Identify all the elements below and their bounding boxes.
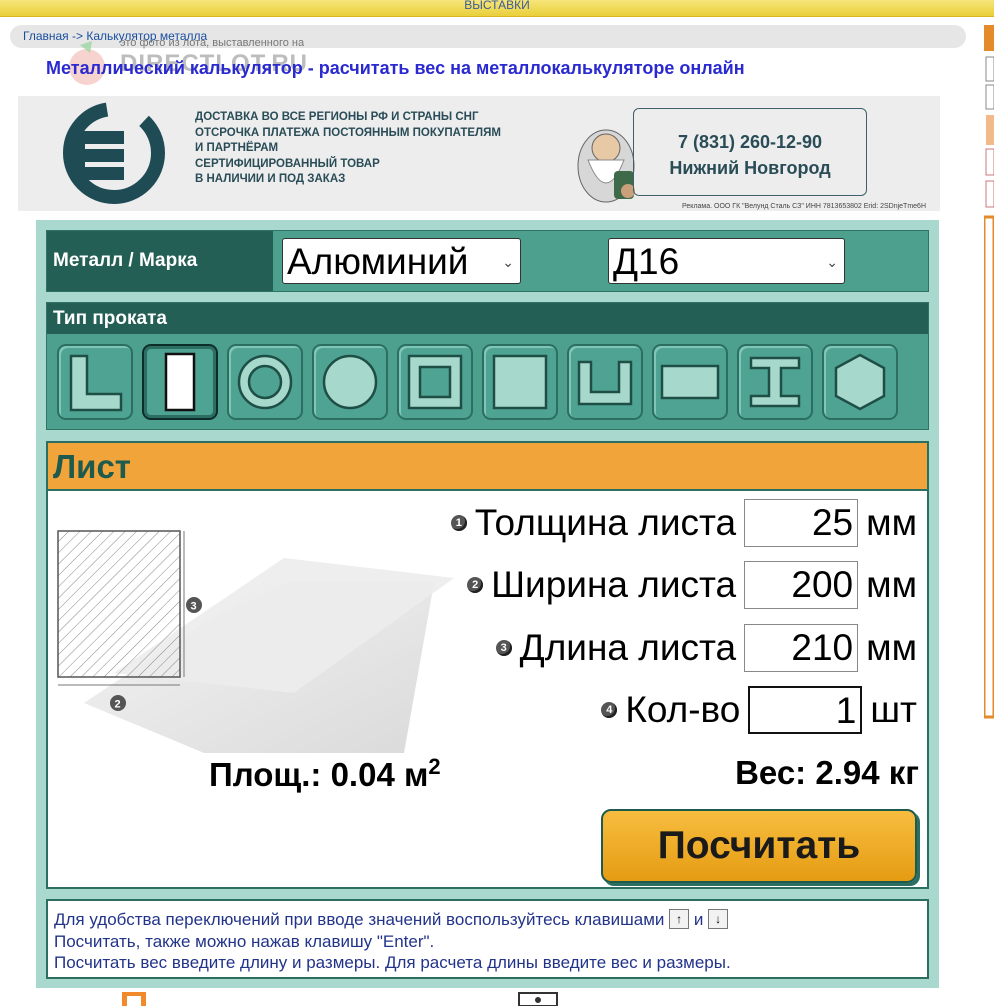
ad-banner[interactable]: ДОСТАВКА ВО ВСЕ РЕГИОНЫ РФ И СТРАНЫ СНГ … xyxy=(18,96,940,211)
help-and: и xyxy=(693,910,704,929)
quantity-row: 4 Кол-во 1 шт xyxy=(601,685,917,735)
help-box: Для удобства переключений при вводе знач… xyxy=(46,899,929,979)
grade-select-value: Д16 xyxy=(613,241,680,282)
watermark-note: это фото из лота, выставленного на xyxy=(120,37,305,49)
step-badge: 1 xyxy=(450,515,467,531)
length-row: 3 Длина листа 210 мм xyxy=(495,623,917,673)
form-title: Лист xyxy=(48,443,927,491)
profile-round-bar-button[interactable] xyxy=(312,344,388,420)
banner-city: Нижний Новгород xyxy=(669,158,831,178)
angle-icon xyxy=(69,354,123,412)
help-line-3: Посчитать вес введите длину и размеры. Д… xyxy=(54,953,731,972)
profile-sheet-button[interactable] xyxy=(142,344,218,420)
help-line-1: Для удобства переключений при вводе знач… xyxy=(54,909,921,931)
area-result: Площ.: 0.04 м2 xyxy=(209,754,441,794)
width-row: 2 Ширина листа 200 мм xyxy=(467,560,917,610)
profile-type-label: Тип проката xyxy=(47,303,928,334)
help-line-2: Посчитать, также можно нажав клавишу "En… xyxy=(54,931,435,951)
page-title: Металлический калькулятор - расчитать ве… xyxy=(46,58,745,78)
channel-icon xyxy=(577,360,633,406)
grade-select[interactable]: Д16 ⌄ xyxy=(608,238,845,284)
square-bar-icon xyxy=(492,354,548,410)
profile-strip-button[interactable] xyxy=(652,344,728,420)
banner-contact-box[interactable]: 7 (831) 260-12-90 Нижний Новгород xyxy=(633,108,867,196)
banner-fine-print: Реклама. ООО ГК "Велунд Сталь СЗ" ИНН 78… xyxy=(682,203,926,210)
top-banner-text: ВЫСТАВКИ xyxy=(464,0,530,12)
area-value: Площ.: 0.04 м xyxy=(209,756,429,793)
thickness-row: 1 Толщина листа 25 мм xyxy=(450,498,917,548)
image-icon[interactable] xyxy=(518,992,558,1006)
length-input[interactable]: 210 xyxy=(744,624,859,672)
chevron-down-icon: ⌄ xyxy=(502,254,514,270)
sheet-icon xyxy=(164,352,196,412)
square-pipe-icon xyxy=(407,354,463,410)
profile-channel-button[interactable] xyxy=(567,344,643,420)
width-label: Ширина листа xyxy=(491,564,737,605)
hexagon-icon xyxy=(834,353,886,411)
step-badge: 2 xyxy=(467,577,484,593)
banner-phone: 7 (831) 260-12-90 xyxy=(677,132,823,152)
metal-calculator: Металл / Марка Алюминий ⌄ Д16 ⌄ Тип прок… xyxy=(36,220,939,988)
sheet-diagram-icon: 3 2 xyxy=(57,530,454,753)
calculate-button[interactable]: Посчитать xyxy=(601,809,917,883)
step-badge: 3 xyxy=(495,640,512,656)
arrow-down-key-icon: ↓ xyxy=(708,909,729,929)
svg-text:2: 2 xyxy=(115,699,121,711)
top-banner-strip[interactable]: ВЫСТАВКИ xyxy=(0,0,994,17)
profile-square-pipe-button[interactable] xyxy=(397,344,473,420)
banner-line-2: ОТСРОЧКА ПЛАТЕЖА ПОСТОЯННЫМ ПОКУПАТЕЛЯМ xyxy=(195,126,501,139)
chevron-down-icon: ⌄ xyxy=(826,254,838,270)
weight-result: Вес: 2.94 кг xyxy=(735,754,919,791)
arrow-up-key-icon: ↑ xyxy=(669,909,690,929)
right-sidebar-edge xyxy=(984,25,994,719)
quantity-unit: шт xyxy=(870,689,917,730)
length-label: Длина листа xyxy=(519,627,737,668)
help-line-1-text: Для удобства переключений при вводе знач… xyxy=(54,910,665,929)
thickness-unit: мм xyxy=(866,502,917,543)
profile-square-bar-button[interactable] xyxy=(482,344,558,420)
banner-line-1: ДОСТАВКА ВО ВСЕ РЕГИОНЫ РФ И СТРАНЫ СНГ xyxy=(195,111,479,123)
banner-line-3: И ПАРТНЁРАМ xyxy=(195,142,279,154)
banner-line-5: В НАЛИЧИИ И ПОД ЗАКАЗ xyxy=(195,173,346,185)
strip-icon xyxy=(660,364,720,400)
company-logo-icon xyxy=(63,102,165,204)
profile-type-panel: Тип проката xyxy=(46,302,929,430)
pipe-icon xyxy=(237,354,293,410)
profile-pipe-button[interactable] xyxy=(227,344,303,420)
round-bar-icon xyxy=(322,354,378,410)
length-unit: мм xyxy=(866,627,917,668)
profile-hexagon-button[interactable] xyxy=(822,344,898,420)
beam-icon xyxy=(749,356,801,408)
width-unit: мм xyxy=(866,564,917,605)
profile-angle-button[interactable] xyxy=(57,344,133,420)
profile-beam-button[interactable] xyxy=(737,344,813,420)
metal-grade-row: Металл / Марка Алюминий ⌄ Д16 ⌄ xyxy=(46,230,929,292)
metal-select[interactable]: Алюминий ⌄ xyxy=(282,238,521,284)
svg-text:3: 3 xyxy=(191,601,197,613)
width-input[interactable]: 200 xyxy=(744,561,859,609)
calendar-icon[interactable] xyxy=(122,992,146,1006)
banner-line-4: СЕРТИФИЦИРОВАННЫЙ ТОВАР xyxy=(195,157,380,170)
quantity-input[interactable]: 1 xyxy=(748,686,863,734)
quantity-label: Кол-во xyxy=(625,689,741,730)
thickness-input[interactable]: 25 xyxy=(744,499,859,547)
area-unit-exponent: 2 xyxy=(428,754,441,779)
metal-grade-label: Металл / Марка xyxy=(47,231,273,291)
step-badge: 4 xyxy=(601,702,618,718)
metal-select-value: Алюминий xyxy=(287,241,469,282)
thickness-label: Толщина листа xyxy=(474,502,737,543)
